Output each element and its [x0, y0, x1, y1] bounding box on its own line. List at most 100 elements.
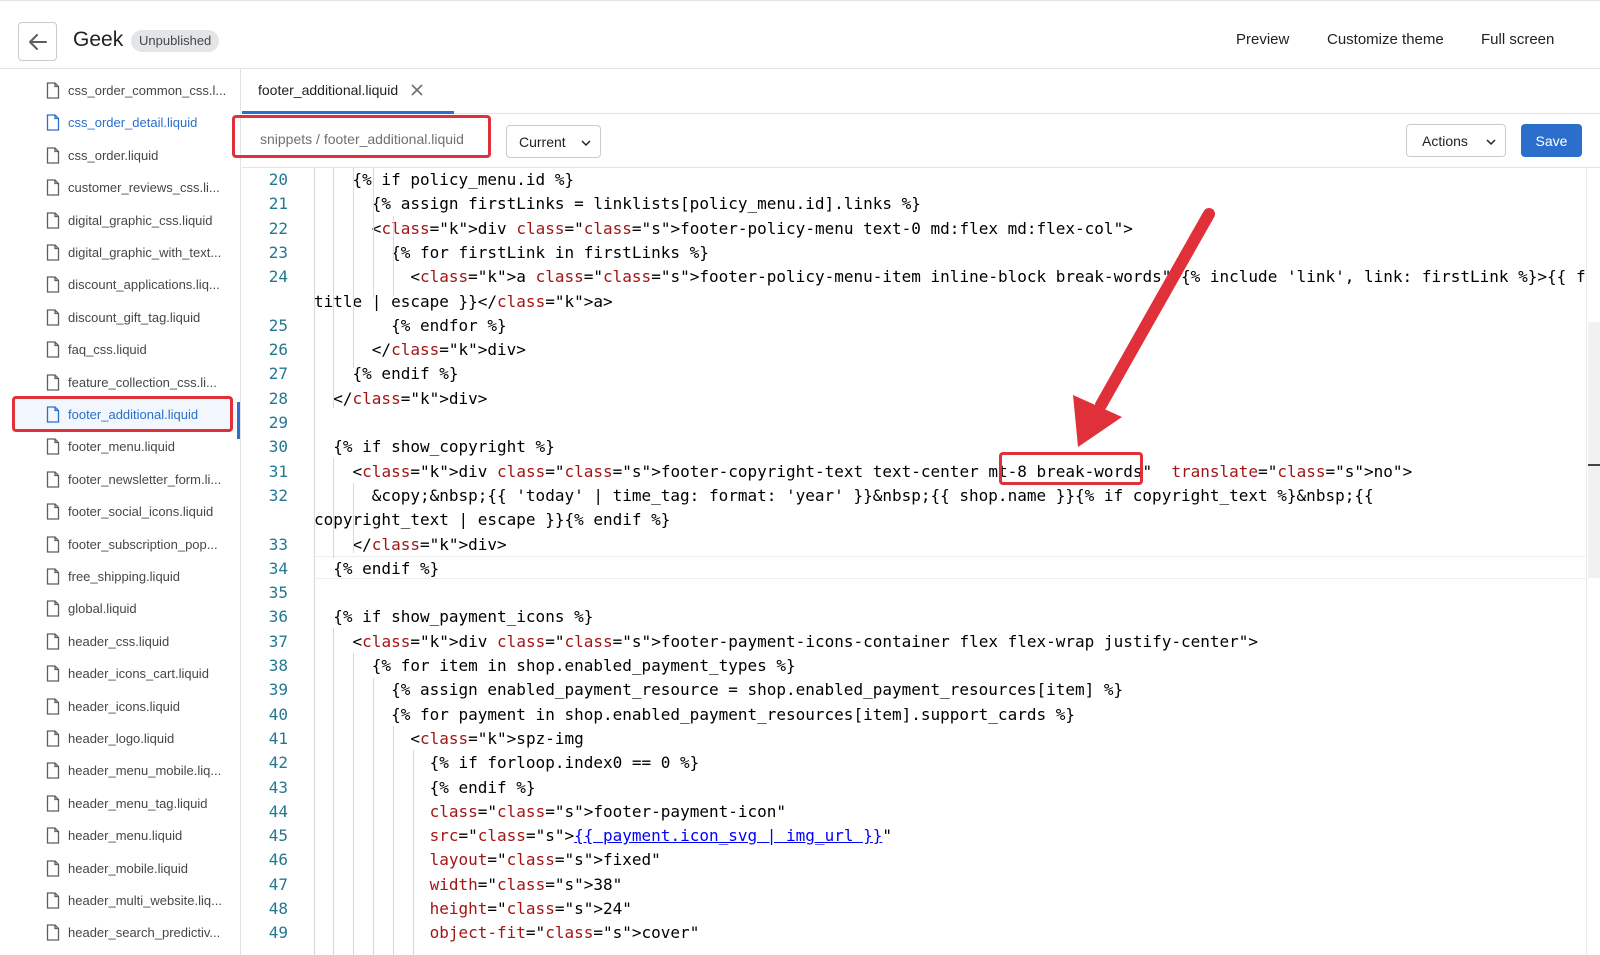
sidebar-file-item[interactable]: footer_menu.liquid — [12, 430, 236, 463]
sidebar-file-item[interactable]: global.liquid — [12, 592, 236, 625]
code-line: {% endif %} — [314, 558, 440, 578]
line-number: 25 — [268, 315, 288, 335]
sidebar-file-label: header_mobile.liquid — [68, 860, 188, 876]
sidebar-file-item[interactable]: css_order.liquid — [12, 139, 236, 172]
sidebar-file-label: header_icons_cart.liquid — [68, 666, 209, 682]
line-number: 32 — [268, 485, 288, 505]
sidebar-file-item[interactable]: free_shipping.liquid — [12, 560, 236, 593]
sidebar-file-label: footer_newsletter_form.li... — [68, 471, 222, 487]
sidebar-file-item[interactable]: customer_reviews_css.li... — [12, 171, 236, 204]
indent-guide — [353, 653, 354, 955]
sidebar-file-item[interactable]: footer_social_icons.liquid — [12, 495, 236, 528]
breadcrumb: snippets / footer_additional.liquid — [260, 131, 464, 147]
line-number: 48 — [268, 899, 288, 918]
sidebar-file-label: discount_applications.liq... — [68, 277, 220, 293]
file-icon — [46, 762, 60, 780]
line-number: 27 — [268, 364, 288, 384]
code-line: </class="k">div> — [371, 340, 526, 360]
code-line: {% assign firstLinks = linklists[policy_… — [314, 194, 921, 214]
actions-label: Actions — [1422, 132, 1468, 149]
scrollbar-thumb[interactable] — [1588, 322, 1600, 578]
sidebar-file-item[interactable]: discount_applications.liq... — [12, 268, 236, 301]
full-screen-button[interactable]: Full screen — [1481, 31, 1554, 48]
sidebar-file-item[interactable]: footer_newsletter_form.li... — [12, 463, 236, 496]
code-line: width="class="s">38" — [429, 874, 623, 894]
line-number: 35 — [268, 583, 288, 603]
line-number: 44 — [268, 801, 288, 821]
sidebar-file-label: header_icons.liquid — [68, 698, 181, 714]
current-line-highlight — [314, 556, 1586, 579]
chevron-down-icon — [1486, 139, 1496, 146]
sidebar-file-item[interactable]: header_menu.liquid — [12, 819, 236, 852]
tab-bar: footer_additional.liquid — [242, 69, 1600, 114]
indent-guide — [393, 216, 394, 296]
version-select[interactable]: Current — [506, 125, 601, 158]
sidebar-file-item[interactable]: header_menu_tag.liquid — [12, 787, 236, 820]
sidebar-file-label: css_order_common_css.l... — [68, 83, 227, 98]
file-icon — [46, 633, 60, 650]
line-number: 38 — [268, 656, 288, 675]
sidebar-file-item[interactable]: header_mobile.liquid — [12, 852, 236, 885]
sidebar-file-label: footer_subscription_pop... — [68, 536, 218, 552]
code-line: title | escape }}</class="k">a> — [314, 291, 613, 311]
code-line: {% for item in shop.enabled_payment_type… — [314, 656, 796, 675]
sidebar-file-item[interactable]: discount_gift_tag.liquid — [12, 301, 236, 334]
line-number: 42 — [268, 753, 288, 773]
sidebar-file-label: customer_reviews_css.li... — [68, 180, 220, 196]
actions-button[interactable]: Actions — [1406, 124, 1506, 157]
indent-guide — [393, 726, 394, 955]
sidebar-file-item[interactable]: header_menu_mobile.liq... — [12, 754, 236, 787]
file-icon — [46, 795, 60, 812]
sidebar-file-item[interactable]: footer_subscription_pop... — [12, 528, 236, 561]
indent-guide — [314, 168, 315, 955]
indent-guide — [413, 750, 414, 955]
sidebar-file-item[interactable]: footer_additional.liquid — [12, 398, 236, 431]
sidebar-file-item[interactable]: header_multi_website.liq... — [12, 884, 236, 917]
sidebar-file-label: header_logo.liquid — [68, 731, 175, 746]
save-button[interactable]: Save — [1521, 124, 1582, 157]
code-line: {% for payment in shop.enabled_payment_r… — [314, 704, 1075, 724]
line-number: 41 — [268, 728, 288, 748]
file-icon — [46, 471, 60, 488]
code-line: object-fit="class="s">cover" — [429, 923, 700, 943]
preview-button[interactable]: Preview — [1236, 31, 1289, 48]
file-sidebar: css_order_common_css.l... css_order_detai… — [0, 69, 241, 955]
code-line: </class="k">div> — [314, 534, 507, 554]
sidebar-file-item[interactable]: digital_graphic_with_text... — [12, 236, 236, 269]
code-line: class="class="s">footer-payment-icon" — [429, 801, 787, 821]
sidebar-file-item[interactable]: digital_graphic_css.liquid — [12, 204, 236, 237]
file-icon — [46, 535, 60, 553]
tab-footer-additional[interactable]: footer_additional.liquid — [242, 69, 454, 114]
sidebar-file-label: free_shipping.liquid — [68, 569, 181, 584]
code-line: &copy;&nbsp;{{ 'today' | time_tag: forma… — [314, 485, 1374, 505]
sidebar-file-item[interactable]: css_order_detail.liquid — [12, 106, 236, 139]
back-button[interactable] — [18, 22, 57, 61]
code-line: {% if forloop.index0 == 0 %} — [314, 753, 700, 773]
top-bar: Geek Unpublished Preview Customize theme… — [0, 0, 1600, 69]
sidebar-file-label: discount_gift_tag.liquid — [68, 309, 201, 325]
chevron-down-icon — [581, 140, 591, 147]
sidebar-file-item[interactable]: header_logo.liquid — [12, 722, 236, 755]
sidebar-file-label: feature_collection_css.li... — [68, 374, 217, 390]
file-icon — [46, 730, 60, 747]
sidebar-file-label: faq_css.liquid — [68, 342, 147, 358]
code-line: <class="k">div class="class="s">footer-c… — [314, 461, 1413, 481]
code-line: {% if show_payment_icons %} — [314, 607, 594, 627]
sidebar-file-item[interactable]: header_search_predictiv... — [12, 916, 236, 949]
code-editor[interactable]: 20 {% if policy_menu.id %} 21 {% assign f… — [242, 168, 1586, 955]
code-line: <class="k">div class="class="s">footer-p… — [314, 631, 1259, 651]
file-icon — [46, 341, 60, 358]
sidebar-file-item[interactable]: feature_collection_css.li... — [12, 366, 236, 399]
sidebar-file-item[interactable]: header_icons.liquid — [12, 690, 236, 723]
code-line: <class="k">div class="class="s">footer-p… — [314, 218, 1133, 238]
close-icon[interactable] — [410, 83, 424, 97]
sidebar-file-label: digital_graphic_css.liquid — [68, 212, 213, 228]
customize-theme-button[interactable]: Customize theme — [1327, 31, 1444, 48]
line-number: 43 — [268, 777, 288, 797]
sidebar-file-item[interactable]: faq_css.liquid — [12, 333, 236, 366]
sidebar-file-item[interactable]: header_icons_cart.liquid — [12, 657, 236, 690]
indent-guide — [353, 168, 354, 368]
sidebar-file-item[interactable]: css_order_common_css.l... — [12, 74, 236, 107]
sidebar-file-item[interactable]: header_css.liquid — [12, 625, 236, 658]
code-line: {% endfor %} — [314, 315, 507, 335]
